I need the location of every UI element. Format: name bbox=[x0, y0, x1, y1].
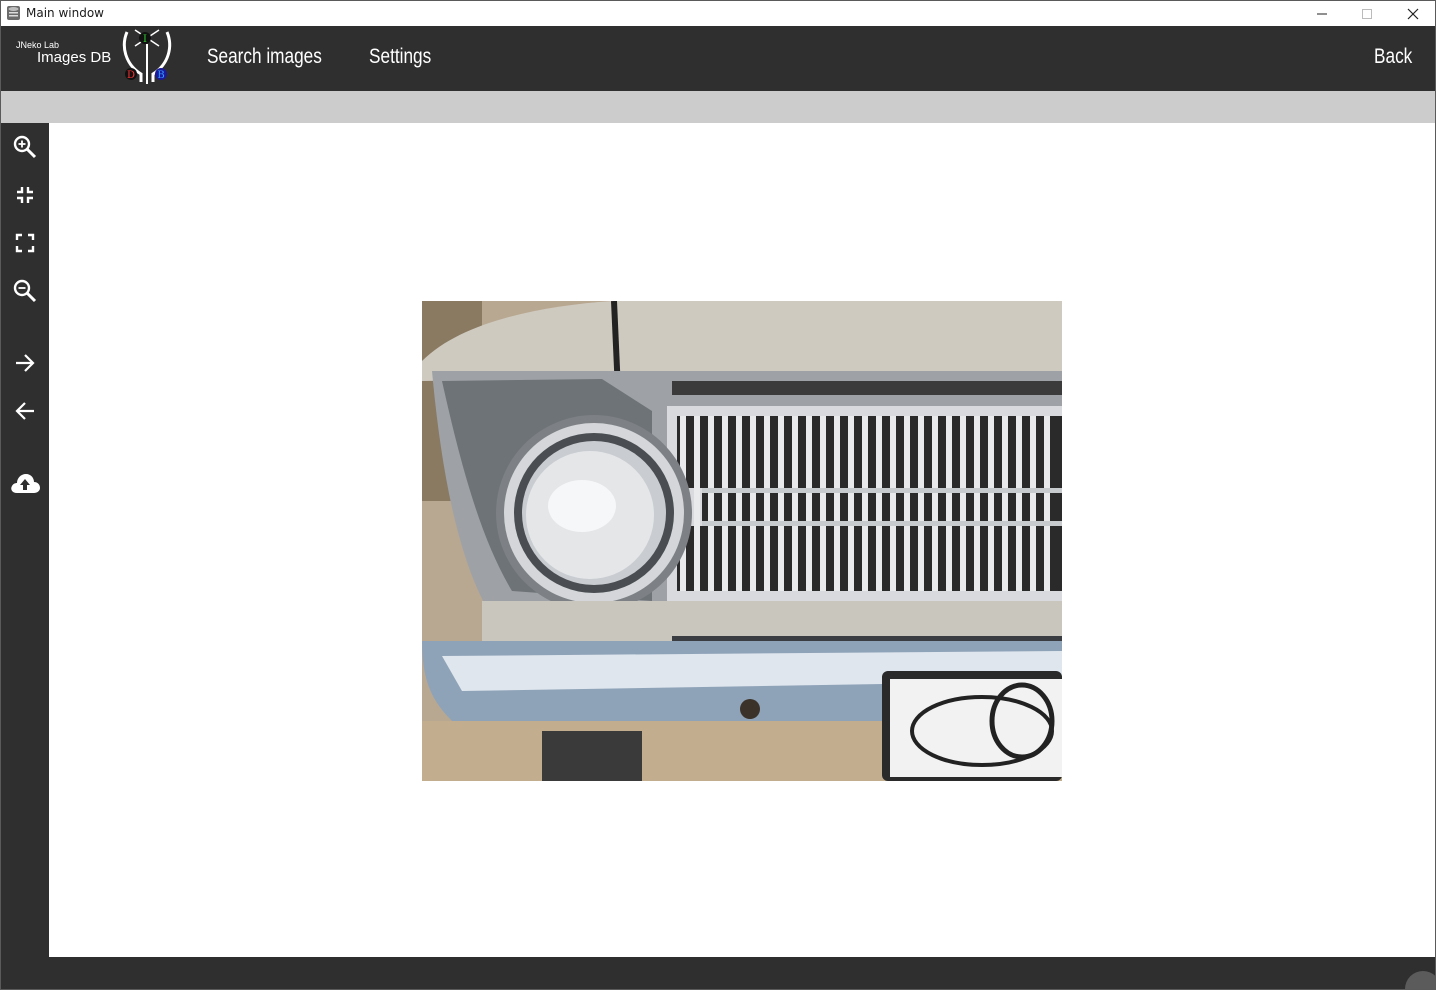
fit-screen-button[interactable] bbox=[7, 177, 43, 213]
minimize-button[interactable] bbox=[1299, 1, 1344, 26]
close-button[interactable] bbox=[1390, 1, 1435, 26]
arrow-left-icon bbox=[15, 402, 34, 420]
zoom-in-icon bbox=[13, 135, 37, 159]
car-photo bbox=[422, 301, 1062, 781]
footer-bar bbox=[1, 957, 1435, 989]
cloud-upload-icon bbox=[11, 474, 40, 493]
logo-letter-b: B bbox=[157, 70, 164, 81]
title-bar: Main window bbox=[1, 1, 1435, 26]
toolbar-strip bbox=[1, 91, 1435, 123]
previous-image-button[interactable] bbox=[7, 393, 43, 429]
close-icon bbox=[1407, 8, 1418, 19]
maximize-icon bbox=[1361, 8, 1372, 19]
minimize-icon bbox=[1316, 13, 1327, 14]
resize-grip[interactable] bbox=[1405, 971, 1435, 989]
logo-app-name: Images DB bbox=[37, 49, 112, 66]
viewed-image[interactable] bbox=[422, 301, 1062, 781]
header-bar: JNeko Lab Images DB I D B Search images … bbox=[1, 26, 1435, 91]
viewer-sidebar bbox=[1, 123, 49, 989]
logo-letter-d: D bbox=[127, 70, 135, 81]
nav-back[interactable]: Back bbox=[1374, 45, 1412, 69]
zoom-in-button[interactable] bbox=[7, 129, 43, 165]
zoom-out-icon bbox=[13, 279, 37, 303]
nav-search-images[interactable]: Search images bbox=[207, 45, 322, 69]
logo-mark-icon: I D B bbox=[122, 29, 172, 84]
fit-screen-icon bbox=[17, 187, 33, 203]
fullscreen-button[interactable] bbox=[7, 225, 43, 261]
zoom-out-button[interactable] bbox=[7, 273, 43, 309]
app-icon bbox=[7, 6, 20, 20]
main-window: Main window JNeko Lab Images DB I D B Se… bbox=[0, 0, 1436, 990]
image-viewer bbox=[49, 123, 1435, 957]
upload-button[interactable] bbox=[7, 465, 43, 501]
window-title: Main window bbox=[26, 6, 104, 20]
app-logo: JNeko Lab Images DB I D B bbox=[13, 26, 173, 91]
logo-letter-i: I bbox=[143, 34, 147, 45]
nav-settings[interactable]: Settings bbox=[369, 45, 431, 69]
arrow-right-icon bbox=[16, 354, 35, 372]
next-image-button[interactable] bbox=[7, 345, 43, 381]
fullscreen-icon bbox=[15, 233, 35, 253]
maximize-button[interactable] bbox=[1344, 1, 1389, 26]
